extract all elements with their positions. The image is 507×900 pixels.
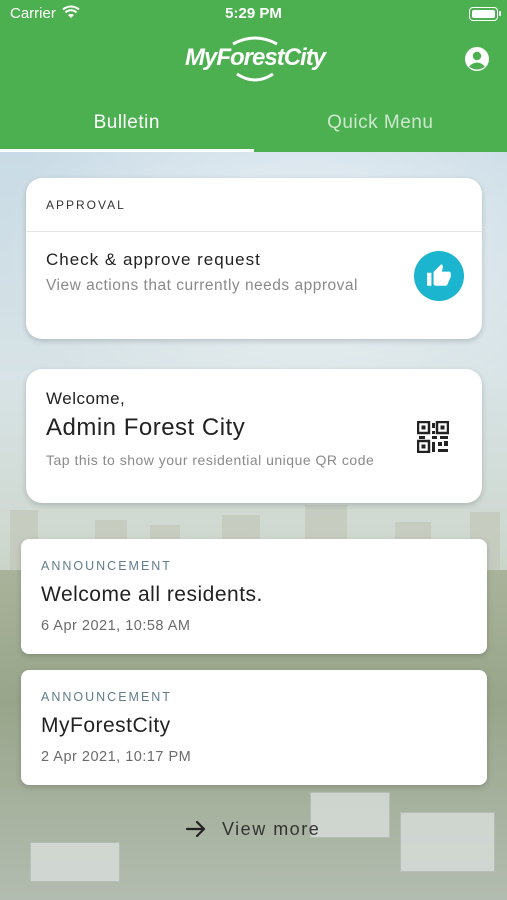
approval-section-label: APPROVAL	[46, 198, 126, 212]
tab-quick-menu[interactable]: Quick Menu	[254, 100, 507, 152]
qr-code-icon[interactable]	[416, 420, 450, 454]
view-more-button[interactable]: View more	[184, 815, 320, 843]
user-name: Admin Forest City	[46, 414, 246, 441]
announcement-card[interactable]: ANNOUNCEMENT Welcome all residents. 6 Ap…	[21, 539, 487, 654]
thumbs-up-icon	[427, 264, 451, 286]
qr-hint: Tap this to show your residential unique…	[46, 452, 375, 468]
approval-description: View actions that currently needs approv…	[46, 277, 358, 294]
announcement-label: ANNOUNCEMENT	[41, 559, 172, 573]
tab-bulletin[interactable]: Bulletin	[0, 100, 254, 152]
app-logo: MyForestCity	[185, 34, 326, 86]
announcement-card[interactable]: ANNOUNCEMENT MyForestCity 2 Apr 2021, 10…	[21, 670, 487, 785]
clock: 5:29 PM	[225, 5, 282, 22]
announcement-headline: Welcome all residents.	[41, 583, 263, 606]
announcement-date: 6 Apr 2021, 10:58 AM	[41, 618, 191, 634]
status-bar: Carrier 5:29 PM	[0, 0, 507, 28]
logo-text: MyForestCity	[185, 44, 326, 71]
tab-bar: Bulletin Quick Menu	[0, 100, 507, 152]
approval-title: Check & approve request	[46, 250, 261, 269]
divider	[26, 231, 482, 232]
welcome-greeting: Welcome,	[46, 389, 126, 408]
view-more-label: View more	[222, 818, 321, 839]
welcome-card[interactable]: Welcome, Admin Forest City Tap this to s…	[26, 369, 482, 503]
arrow-right-icon	[185, 820, 206, 838]
account-circle-icon[interactable]	[464, 46, 490, 72]
announcement-date: 2 Apr 2021, 10:17 PM	[41, 749, 192, 765]
announcement-headline: MyForestCity	[41, 714, 171, 737]
announcement-label: ANNOUNCEMENT	[41, 690, 172, 704]
app-header: Carrier 5:29 PM MyForestCity Bulletin Qu…	[0, 0, 507, 152]
battery-icon	[469, 7, 501, 21]
approve-button[interactable]	[414, 251, 464, 301]
approval-card[interactable]: APPROVAL Check & approve request View ac…	[26, 178, 482, 339]
